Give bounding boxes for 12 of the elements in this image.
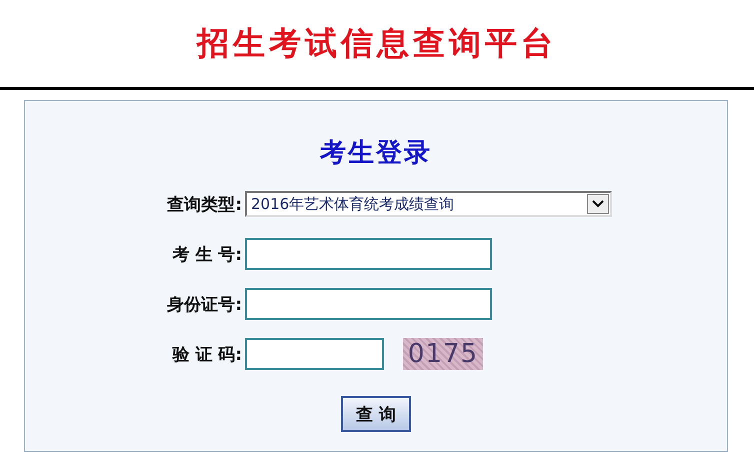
login-title: 考生登录	[320, 137, 432, 170]
field-label: 考 生 号:	[171, 244, 243, 266]
field-label: 查询类型:	[166, 194, 243, 216]
captcha-field[interactable]	[245, 338, 384, 370]
captcha-image: 0175	[403, 338, 483, 370]
field-label: 验 证 码:	[171, 344, 243, 366]
input-field[interactable]	[245, 288, 492, 320]
field-label: 身份证号:	[166, 294, 243, 316]
page-title: 招生考试信息查询平台	[197, 22, 557, 64]
query-button[interactable]: 查 询	[341, 396, 411, 432]
input-field[interactable]	[245, 238, 492, 270]
query-type-dropdown[interactable]: 2016年艺术体育统考成绩查询	[245, 191, 612, 217]
